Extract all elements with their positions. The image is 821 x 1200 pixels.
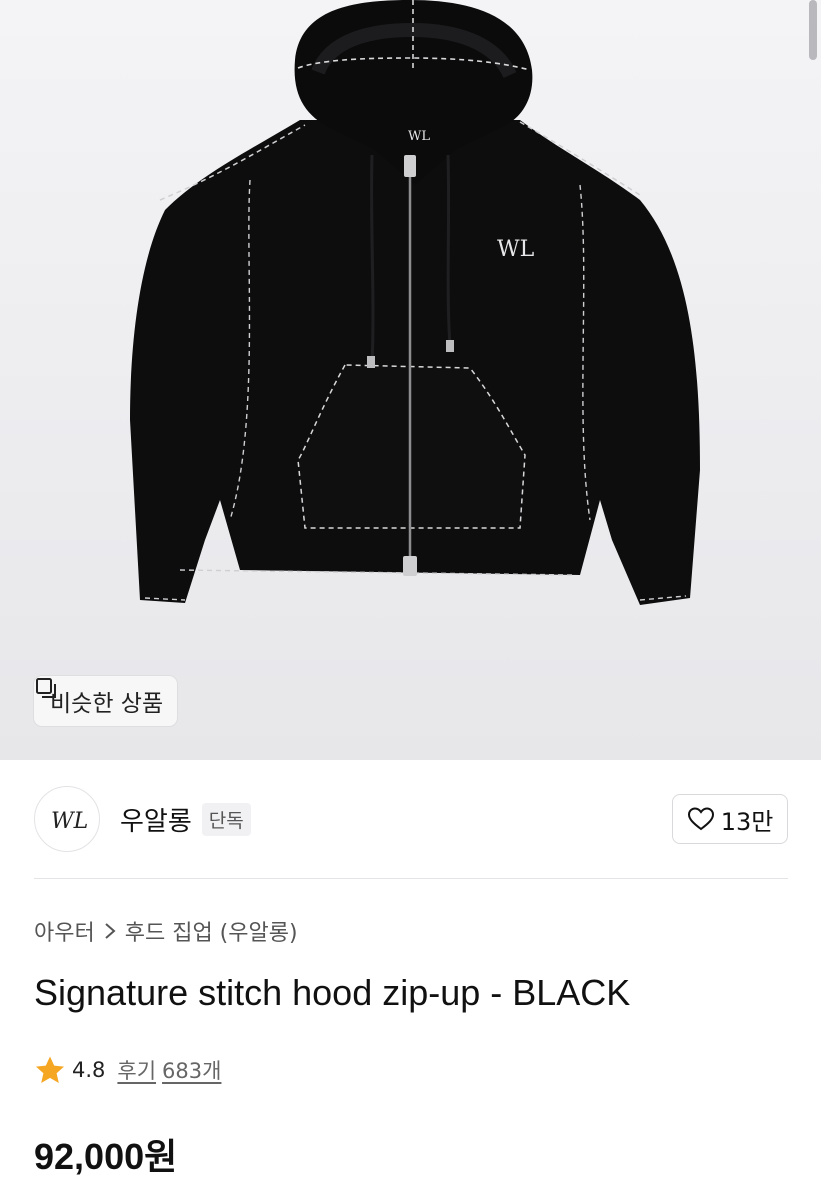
hoodie-illustration: WL WL <box>130 0 700 605</box>
breadcrumb: 아우터 후드 집업 (우알롱) <box>34 915 298 947</box>
brand-logo[interactable]: WL <box>34 786 100 852</box>
divider <box>34 878 788 879</box>
brand-name[interactable]: 우알롱 <box>120 801 192 838</box>
svg-text:WL: WL <box>51 809 87 834</box>
reviews-label: 후기 <box>117 1059 157 1083</box>
brand-row: WL 우알롱 단독 13만 <box>34 786 788 852</box>
product-title: Signature stitch hood zip-up - BLACK <box>34 972 631 1013</box>
breadcrumb-subcategory[interactable]: 후드 집업 (우알롱) <box>125 915 298 947</box>
product-image[interactable]: WL WL 비슷한 상품 <box>0 0 821 760</box>
breadcrumb-category[interactable]: 아우터 <box>34 915 95 947</box>
rating-score: 4.8 <box>72 1058 106 1082</box>
product-price: 92,000원 <box>34 1136 178 1177</box>
reviews-count: 683개 <box>162 1059 222 1083</box>
scrollbar[interactable] <box>809 0 817 60</box>
similar-products-button[interactable]: 비슷한 상품 <box>34 676 178 726</box>
similar-products-icon <box>36 678 56 698</box>
heart-icon <box>687 807 714 831</box>
like-count: 13만 <box>720 807 774 836</box>
like-button[interactable]: 13만 <box>672 794 788 844</box>
similar-products-label: 비슷한 상품 <box>50 691 164 717</box>
chevron-right-icon <box>105 923 116 939</box>
svg-text:WL: WL <box>408 129 430 144</box>
star-icon <box>36 1056 64 1083</box>
rating-row: 4.8 후기 683개 <box>34 1055 227 1085</box>
exclusive-badge: 단독 <box>201 802 251 836</box>
brand-logo-mark: WL <box>51 809 87 834</box>
svg-text:WL: WL <box>497 237 535 262</box>
reviews-link[interactable]: 후기 683개 <box>117 1055 227 1085</box>
